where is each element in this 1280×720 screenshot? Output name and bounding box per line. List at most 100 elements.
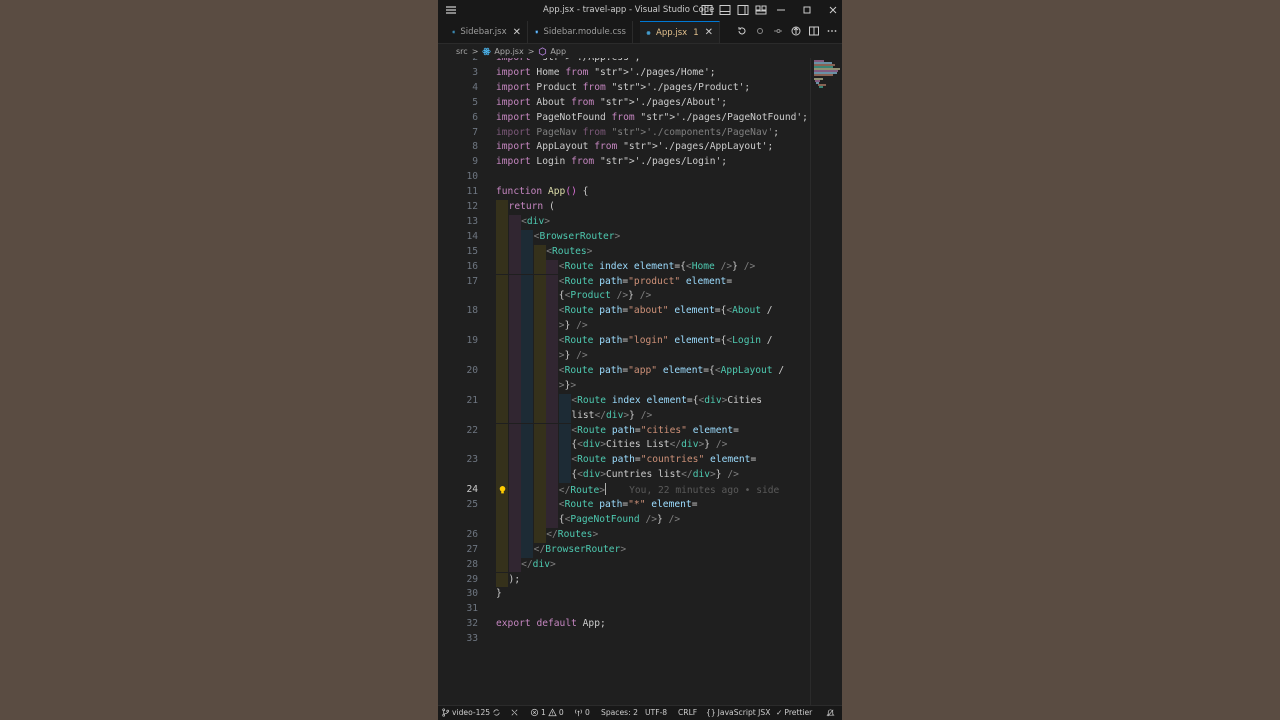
prettier-status[interactable]: ✓ Prettier	[776, 708, 812, 717]
code-line[interactable]: 21 <Route index element={<div>Cities	[438, 393, 810, 409]
code-line[interactable]: 25 <Route path="*" element=	[438, 498, 810, 513]
code-text: </div>	[521, 558, 556, 570]
indent-guide	[496, 557, 508, 573]
sync-icon[interactable]	[492, 708, 501, 717]
code-line[interactable]: 24 </Route> You, 22 minutes ago • side	[438, 483, 810, 498]
error-icon	[530, 708, 539, 717]
code-line[interactable]: 12 return (	[438, 200, 810, 215]
code-line[interactable]: 18 <Route path="about" element={<About /	[438, 304, 810, 320]
open-changes-icon[interactable]	[736, 25, 748, 37]
problems-status[interactable]: 1 0	[530, 708, 564, 717]
more-actions-icon[interactable]	[826, 25, 838, 37]
encoding-status[interactable]: UTF-8	[645, 708, 667, 717]
code-line[interactable]: 5 import About from "str">'./pages/About'…	[438, 96, 810, 111]
code-line[interactable]: list</div>} />	[438, 408, 810, 424]
source-control-status[interactable]	[510, 708, 519, 717]
breadcrumb-file[interactable]: App.jsx	[494, 47, 523, 56]
indent-guide	[546, 363, 559, 379]
menu-icon[interactable]	[444, 3, 458, 17]
split-editor-icon[interactable]	[808, 25, 820, 37]
code-line[interactable]: 26 </Routes>	[438, 527, 810, 543]
indent-guide	[508, 393, 521, 409]
indent-guide	[546, 319, 559, 335]
code-line[interactable]: >} />	[438, 349, 810, 364]
code-line[interactable]: >} />	[438, 319, 810, 335]
code-line[interactable]: 8 import AppLayout from "str">'./pages/Ap…	[438, 140, 810, 155]
code-line[interactable]: 13 <div>	[438, 214, 810, 230]
code-line[interactable]: >}>	[438, 378, 810, 394]
code-line[interactable]: 6 import PageNotFound from "str">'./pages…	[438, 111, 810, 126]
code-line[interactable]: 30}	[438, 587, 810, 602]
close-window-icon[interactable]	[826, 3, 840, 17]
branch-status[interactable]: video-125	[441, 708, 501, 717]
code-text: <Route path="countries" element=	[571, 454, 757, 466]
indent-guide	[521, 438, 534, 454]
indent-guide	[508, 229, 521, 245]
toggle-blame-icon[interactable]	[790, 25, 802, 37]
vscode-window: App.jsx - travel-app - Visual Studio Cod…	[438, 0, 842, 720]
maximize-icon[interactable]	[800, 3, 814, 17]
notifications-status[interactable]	[826, 708, 835, 717]
code-line[interactable]: 4 import Product from "str">'./pages/Prod…	[438, 81, 810, 96]
code-line[interactable]: {<PageNotFound />} />	[438, 512, 810, 528]
code-line[interactable]: 2 import "str">'./App.css';	[438, 58, 810, 66]
code-line[interactable]: 19 <Route path="login" element={<Login /	[438, 334, 810, 349]
indent-guide	[496, 363, 508, 379]
breadcrumb-symbol[interactable]: App	[550, 47, 566, 56]
eol-status[interactable]: CRLF	[678, 708, 697, 717]
code-line[interactable]: 3 import Home from "str">'./pages/Home';	[438, 66, 810, 81]
lightbulb-icon[interactable]	[498, 485, 507, 495]
minimap-line	[818, 86, 824, 88]
indent-guide	[533, 349, 546, 364]
language-status[interactable]: {} JavaScript JSX	[706, 708, 770, 717]
code-line[interactable]: 17 <Route path="product" element=	[438, 274, 810, 290]
ports-status[interactable]: 0	[574, 708, 590, 717]
code-line[interactable]: 14 <BrowserRouter>	[438, 229, 810, 245]
line-number: 26	[466, 528, 478, 540]
indent-guide	[508, 289, 521, 305]
toggle-secondary-sidebar-icon[interactable]	[736, 3, 750, 17]
toggle-panel-icon[interactable]	[718, 3, 732, 17]
code-line[interactable]: 29);	[438, 572, 810, 588]
code-line[interactable]: 33	[438, 632, 810, 647]
minimize-icon[interactable]	[774, 3, 788, 17]
code-line[interactable]: 28 </div>	[438, 557, 810, 573]
code-line[interactable]: {<div>Cuntries list</div>} />	[438, 468, 810, 484]
close-tab-icon[interactable]: ✕	[705, 27, 713, 38]
indent-guide	[508, 349, 521, 364]
tab-sidebar-module-css[interactable]: 3 Sidebar.module.css	[529, 21, 633, 43]
tab-app-jsx[interactable]: App.jsx 1 ✕	[640, 21, 720, 43]
code-line[interactable]: 7 import PageNav from "str">'./components…	[438, 126, 810, 141]
code-line[interactable]: 32 export default App;	[438, 617, 810, 632]
code-line[interactable]: 9 import Login from "str">'./pages/Login'…	[438, 155, 810, 170]
code-line[interactable]: 10	[438, 170, 810, 185]
line-number: 5	[472, 96, 478, 108]
code-line[interactable]: 27 </BrowserRouter>	[438, 542, 810, 558]
customize-layout-icon[interactable]	[754, 3, 768, 17]
indent-guide	[546, 304, 559, 320]
code-line[interactable]: 20 <Route path="app" element={<AppLayout …	[438, 363, 810, 379]
indent-guide	[533, 498, 546, 513]
previous-change-icon[interactable]	[754, 25, 766, 37]
indent-guide	[496, 527, 508, 543]
indent-guide	[546, 512, 559, 528]
check-double-icon: ✓	[776, 708, 783, 717]
breadcrumb-folder[interactable]: src	[456, 47, 468, 56]
tab-sidebar-jsx[interactable]: Sidebar.jsx ✕	[446, 21, 528, 43]
indentation-status[interactable]: Spaces: 2	[601, 708, 638, 717]
code-line[interactable]: 15 <Routes>	[438, 244, 810, 260]
code-line[interactable]: 11 function App() {	[438, 185, 810, 200]
minimap[interactable]	[810, 58, 842, 706]
code-line[interactable]: 16 <Route index element={<Home />} />	[438, 259, 810, 275]
code-line[interactable]: 22 <Route path="cities" element=	[438, 423, 810, 439]
code-line[interactable]: 23 <Route path="countries" element=	[438, 453, 810, 469]
next-change-icon[interactable]	[772, 25, 784, 37]
close-tab-icon[interactable]: ✕	[513, 27, 521, 38]
code-line[interactable]: {<div>Cities List</div>} />	[438, 438, 810, 454]
code-text: >} />	[558, 320, 588, 332]
code-editor[interactable]: 2 import "str">'./App.css'; 3 import Home f…	[438, 58, 842, 706]
code-line[interactable]: 31	[438, 602, 810, 617]
code-line[interactable]: {<Product />} />	[438, 289, 810, 305]
toggle-primary-sidebar-icon[interactable]	[700, 3, 714, 17]
line-number: 16	[466, 260, 478, 272]
